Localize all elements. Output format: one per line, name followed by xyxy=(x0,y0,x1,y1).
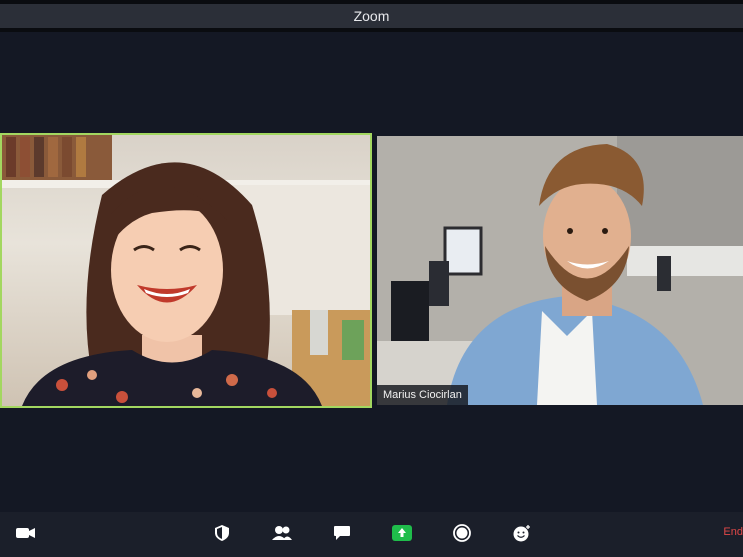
share-screen-button[interactable] xyxy=(390,522,414,544)
meeting-toolbar: End xyxy=(0,512,743,557)
share-screen-icon xyxy=(392,525,412,541)
participants-icon xyxy=(272,526,292,540)
security-shield-icon xyxy=(215,525,229,541)
participant-video-tile-1[interactable] xyxy=(0,133,372,408)
record-button[interactable] xyxy=(450,522,474,544)
video-toggle-button[interactable] xyxy=(14,522,38,544)
window-title: Zoom xyxy=(353,8,390,24)
chat-button[interactable] xyxy=(330,522,354,544)
participant-name-tag: Marius Ciocirlan xyxy=(377,385,468,405)
video-camera-icon xyxy=(16,528,35,538)
security-button[interactable] xyxy=(210,522,234,544)
participant-2-video xyxy=(377,136,743,405)
participant-video-tile-2[interactable]: Marius Ciocirlan xyxy=(377,136,743,405)
title-bar: Zoom xyxy=(0,0,743,32)
title-bar-inner: Zoom xyxy=(0,4,743,28)
record-icon xyxy=(453,524,471,542)
reactions-button[interactable] xyxy=(510,522,534,544)
reactions-icon xyxy=(513,525,530,542)
participant-1-video xyxy=(2,135,370,406)
participants-button[interactable] xyxy=(270,522,294,544)
end-meeting-button[interactable]: End xyxy=(723,526,743,538)
chat-icon xyxy=(334,526,350,540)
